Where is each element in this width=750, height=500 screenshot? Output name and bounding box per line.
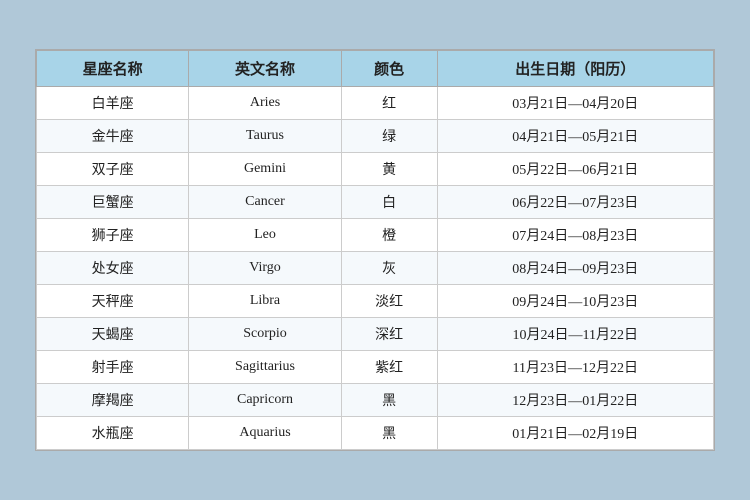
cell-7-1: Scorpio	[189, 318, 341, 351]
table-header-row: 星座名称 英文名称 颜色 出生日期（阳历）	[37, 51, 714, 87]
table-row: 天蝎座Scorpio深红10月24日—11月22日	[37, 318, 714, 351]
cell-2-3: 05月22日—06月21日	[437, 153, 713, 186]
cell-7-2: 深红	[341, 318, 437, 351]
cell-8-2: 紫红	[341, 351, 437, 384]
cell-2-0: 双子座	[37, 153, 189, 186]
table-row: 摩羯座Capricorn黑12月23日—01月22日	[37, 384, 714, 417]
cell-10-2: 黑	[341, 417, 437, 450]
cell-4-2: 橙	[341, 219, 437, 252]
cell-0-3: 03月21日—04月20日	[437, 87, 713, 120]
cell-6-3: 09月24日—10月23日	[437, 285, 713, 318]
cell-5-0: 处女座	[37, 252, 189, 285]
cell-0-2: 红	[341, 87, 437, 120]
cell-2-2: 黄	[341, 153, 437, 186]
cell-9-1: Capricorn	[189, 384, 341, 417]
cell-3-2: 白	[341, 186, 437, 219]
table-row: 处女座Virgo灰08月24日—09月23日	[37, 252, 714, 285]
col-header-dates: 出生日期（阳历）	[437, 51, 713, 87]
cell-8-3: 11月23日—12月22日	[437, 351, 713, 384]
cell-5-2: 灰	[341, 252, 437, 285]
col-header-color: 颜色	[341, 51, 437, 87]
zodiac-table-container: 星座名称 英文名称 颜色 出生日期（阳历） 白羊座Aries红03月21日—04…	[35, 49, 715, 451]
cell-6-0: 天秤座	[37, 285, 189, 318]
col-header-chinese: 星座名称	[37, 51, 189, 87]
cell-0-0: 白羊座	[37, 87, 189, 120]
table-row: 金牛座Taurus绿04月21日—05月21日	[37, 120, 714, 153]
cell-6-2: 淡红	[341, 285, 437, 318]
cell-9-0: 摩羯座	[37, 384, 189, 417]
cell-8-0: 射手座	[37, 351, 189, 384]
cell-4-1: Leo	[189, 219, 341, 252]
cell-3-0: 巨蟹座	[37, 186, 189, 219]
cell-0-1: Aries	[189, 87, 341, 120]
cell-9-3: 12月23日—01月22日	[437, 384, 713, 417]
cell-1-1: Taurus	[189, 120, 341, 153]
table-row: 白羊座Aries红03月21日—04月20日	[37, 87, 714, 120]
table-row: 水瓶座Aquarius黑01月21日—02月19日	[37, 417, 714, 450]
cell-1-0: 金牛座	[37, 120, 189, 153]
cell-10-1: Aquarius	[189, 417, 341, 450]
col-header-english: 英文名称	[189, 51, 341, 87]
cell-1-3: 04月21日—05月21日	[437, 120, 713, 153]
table-row: 狮子座Leo橙07月24日—08月23日	[37, 219, 714, 252]
cell-6-1: Libra	[189, 285, 341, 318]
cell-1-2: 绿	[341, 120, 437, 153]
cell-10-3: 01月21日—02月19日	[437, 417, 713, 450]
cell-3-3: 06月22日—07月23日	[437, 186, 713, 219]
table-row: 巨蟹座Cancer白06月22日—07月23日	[37, 186, 714, 219]
cell-8-1: Sagittarius	[189, 351, 341, 384]
cell-7-0: 天蝎座	[37, 318, 189, 351]
table-row: 射手座Sagittarius紫红11月23日—12月22日	[37, 351, 714, 384]
cell-5-3: 08月24日—09月23日	[437, 252, 713, 285]
cell-4-3: 07月24日—08月23日	[437, 219, 713, 252]
cell-5-1: Virgo	[189, 252, 341, 285]
cell-9-2: 黑	[341, 384, 437, 417]
cell-10-0: 水瓶座	[37, 417, 189, 450]
cell-4-0: 狮子座	[37, 219, 189, 252]
cell-2-1: Gemini	[189, 153, 341, 186]
cell-7-3: 10月24日—11月22日	[437, 318, 713, 351]
table-row: 双子座Gemini黄05月22日—06月21日	[37, 153, 714, 186]
zodiac-table: 星座名称 英文名称 颜色 出生日期（阳历） 白羊座Aries红03月21日—04…	[36, 50, 714, 450]
cell-3-1: Cancer	[189, 186, 341, 219]
table-row: 天秤座Libra淡红09月24日—10月23日	[37, 285, 714, 318]
